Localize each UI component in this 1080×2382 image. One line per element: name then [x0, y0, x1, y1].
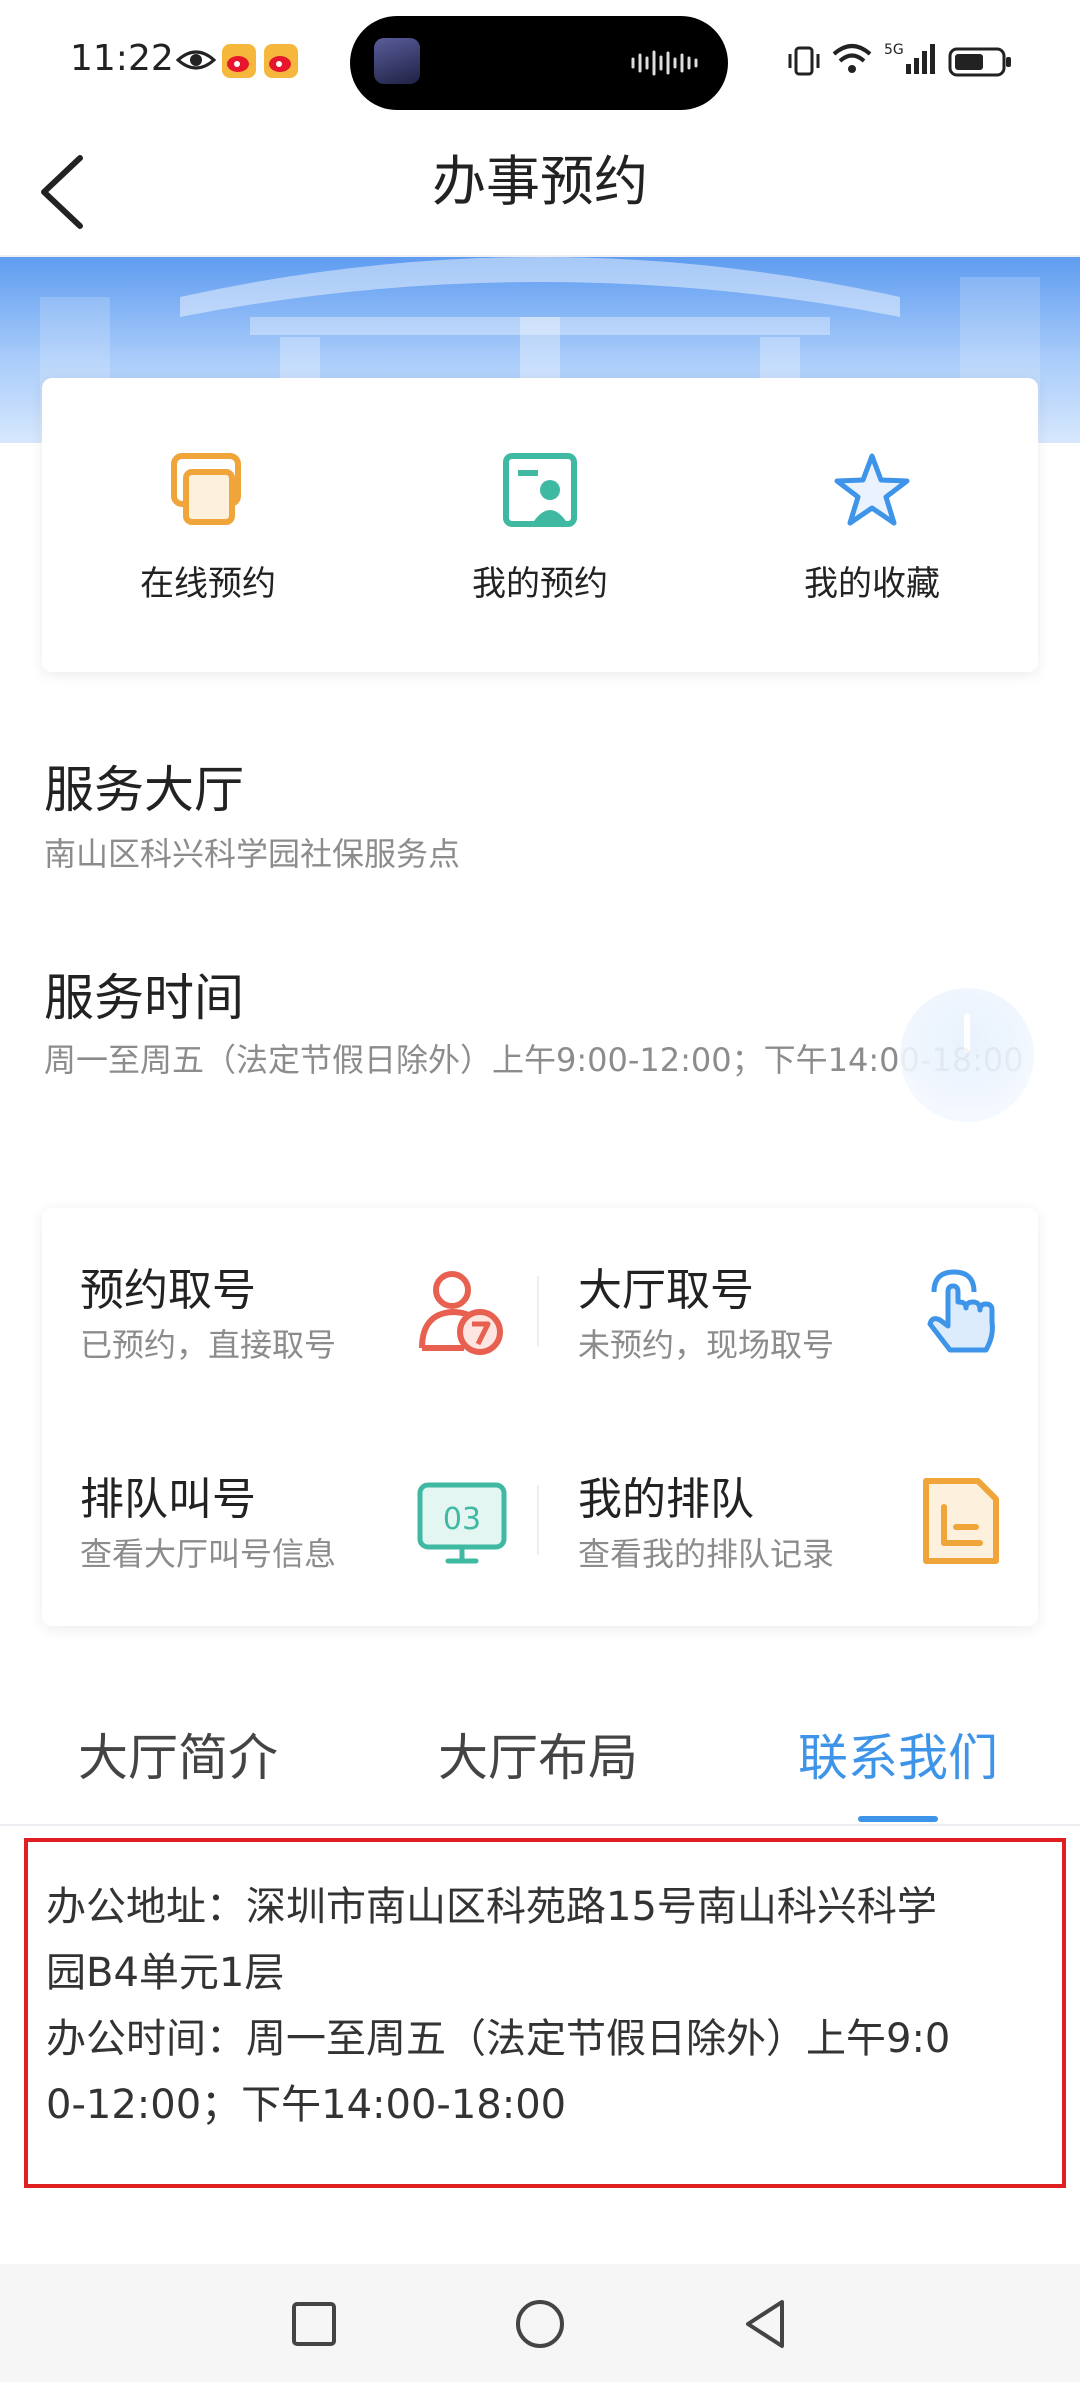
back-button[interactable] [30, 150, 100, 230]
home-button[interactable] [510, 2294, 570, 2354]
my-queue-button[interactable]: 我的排队 查看我的排队记录 [540, 1417, 1038, 1626]
arrow-up-icon [964, 1013, 970, 1053]
service-subtitle: 查看大厅叫号信息 [80, 1535, 337, 1573]
my-booking-button[interactable]: 我的预约 [374, 378, 706, 672]
active-tab-indicator [858, 1816, 938, 1822]
wifi-icon [832, 44, 872, 73]
vibrate-icon [788, 46, 820, 76]
contact-info-panel: 办公地址：深圳市南山区科苑路15号南山科兴科学 园B4单元1层 办公时间：周一至… [24, 1838, 1066, 2188]
audio-wave-icon [631, 50, 698, 76]
service-subtitle: 未预约，现场取号 [578, 1326, 835, 1364]
status-time: 11:22 [70, 38, 174, 79]
status-bar: 11:22 5G [0, 0, 1080, 120]
service-time-title: 服务时间 [44, 969, 244, 1027]
chevron-left-icon [41, 155, 83, 229]
weibo-icon [264, 44, 298, 78]
info-tabs: 大厅简介 大厅布局 联系我们 [0, 1688, 1080, 1828]
square-icon [292, 2302, 336, 2346]
quick-action-label: 我的收藏 [804, 564, 940, 604]
circle-icon [516, 2300, 564, 2348]
office-hours-line1: 办公时间：周一至周五（法定节假日除外）上午9:0 [46, 2016, 951, 2062]
system-nav-bar [0, 2264, 1080, 2382]
hand-tap-icon [927, 1269, 995, 1353]
floating-action-button[interactable] [900, 988, 1034, 1122]
online-booking-icon [171, 453, 241, 525]
weibo-icon [222, 44, 256, 78]
my-booking-icon [503, 453, 577, 527]
quick-action-label: 在线预约 [140, 564, 276, 604]
grid-divider [537, 1485, 539, 1555]
service-title: 排队叫号 [80, 1474, 256, 1525]
user-number-icon [419, 1271, 503, 1355]
tab-hall-layout[interactable]: 大厅布局 [438, 1718, 638, 1790]
quick-actions-card: 在线预约 我的预约 我的收藏 [42, 378, 1038, 672]
service-hall-title: 服务大厅 [44, 761, 244, 819]
queue-services-card: 预约取号 已预约，直接取号 大厅取号 未预约，现场取号 排队叫号 查看大厅叫号信… [42, 1208, 1038, 1626]
service-title: 大厅取号 [578, 1265, 754, 1316]
eye-icon [176, 50, 216, 70]
office-address-line1: 办公地址：深圳市南山区科苑路15号南山科兴科学 [46, 1884, 937, 1930]
signal-5g-icon: 5G [884, 42, 935, 74]
battery-icon [948, 47, 1011, 77]
star-icon [834, 453, 910, 526]
service-title: 预约取号 [80, 1265, 256, 1316]
office-hours-line2: 0-12:00；下午14:00-18:00 [46, 2082, 567, 2128]
back-nav-button[interactable] [736, 2294, 796, 2354]
grid-divider [537, 1276, 539, 1346]
office-address-line2: 园B4单元1层 [46, 1950, 285, 1996]
service-subtitle: 已预约，直接取号 [80, 1326, 337, 1364]
page-title: 办事预约 [432, 150, 648, 213]
service-hall-name: 南山区科兴科学园社保服务点 [44, 835, 461, 873]
queue-call-button[interactable]: 排队叫号 查看大厅叫号信息 03 [42, 1417, 540, 1626]
service-time-value: 周一至周五（法定节假日除外）上午9:00-12:00；下午14:00-18:00 [44, 1041, 1024, 1079]
service-subtitle: 查看我的排队记录 [578, 1535, 835, 1573]
tab-hall-intro[interactable]: 大厅简介 [78, 1718, 278, 1790]
tabs-divider [0, 1824, 1080, 1826]
document-icon [923, 1478, 999, 1564]
dynamic-island [350, 16, 728, 110]
back-triangle-icon [746, 2300, 784, 2348]
service-title: 我的排队 [578, 1474, 754, 1525]
media-thumbnail [374, 38, 420, 84]
my-favorites-button[interactable]: 我的收藏 [706, 378, 1038, 672]
queue-display-icon: 03 [417, 1482, 507, 1564]
tab-contact-us[interactable]: 联系我们 [798, 1718, 998, 1790]
queue-badge: 03 [443, 1502, 481, 1537]
title-bar: 办事预约 [0, 120, 1080, 256]
booking-ticket-button[interactable]: 预约取号 已预约，直接取号 [42, 1208, 540, 1417]
hall-ticket-button[interactable]: 大厅取号 未预约，现场取号 [540, 1208, 1038, 1417]
recents-button[interactable] [284, 2294, 344, 2354]
quick-action-label: 我的预约 [472, 564, 608, 604]
online-booking-button[interactable]: 在线预约 [42, 378, 374, 672]
network-label: 5G [884, 42, 904, 58]
